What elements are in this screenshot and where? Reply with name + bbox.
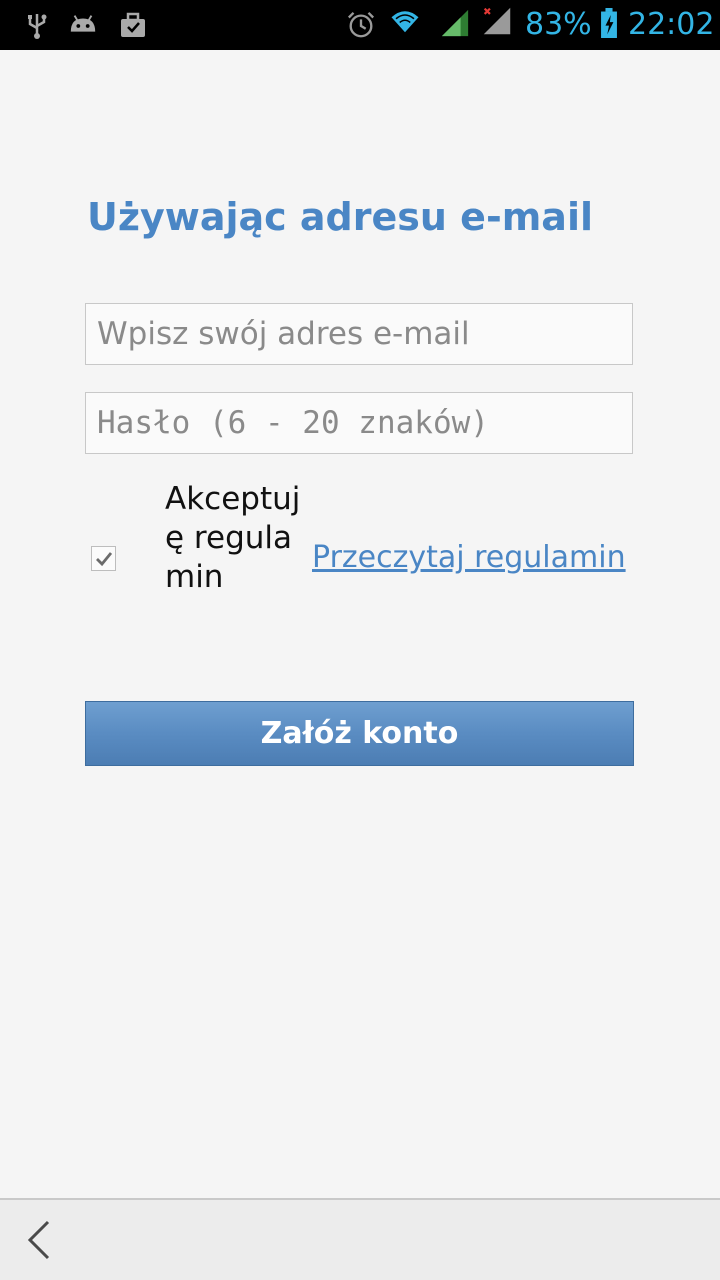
alarm-icon xyxy=(347,11,375,38)
wifi-icon xyxy=(391,11,419,33)
signup-form: Używając adresu e-mail Akceptuję regulam… xyxy=(0,50,720,1198)
page-title: Używając adresu e-mail xyxy=(87,195,594,239)
clock: 22:02 xyxy=(628,7,715,42)
signal-icon xyxy=(441,9,469,37)
read-terms-link[interactable]: Przeczytaj regulamin xyxy=(312,540,626,575)
accept-terms-checkbox[interactable] xyxy=(91,546,116,571)
email-field[interactable] xyxy=(85,303,633,365)
back-chevron-icon[interactable] xyxy=(20,1216,60,1264)
password-field[interactable] xyxy=(85,392,633,454)
create-account-button[interactable]: Załóż konto xyxy=(85,701,634,766)
android-debug-icon xyxy=(70,15,96,32)
battery-charging-icon xyxy=(601,8,617,38)
password-input[interactable] xyxy=(86,393,632,453)
accept-terms-label: Akceptuję regulamin xyxy=(165,481,301,595)
status-bar: 83% 22:02 xyxy=(0,0,720,50)
checkmark-icon xyxy=(96,552,113,567)
battery-percentage: 83% xyxy=(525,7,592,42)
email-input[interactable] xyxy=(86,304,632,364)
navigation-bar xyxy=(0,1198,720,1280)
briefcase-icon xyxy=(121,12,145,37)
usb-icon xyxy=(28,14,47,39)
signal-no-data-icon xyxy=(483,7,511,35)
